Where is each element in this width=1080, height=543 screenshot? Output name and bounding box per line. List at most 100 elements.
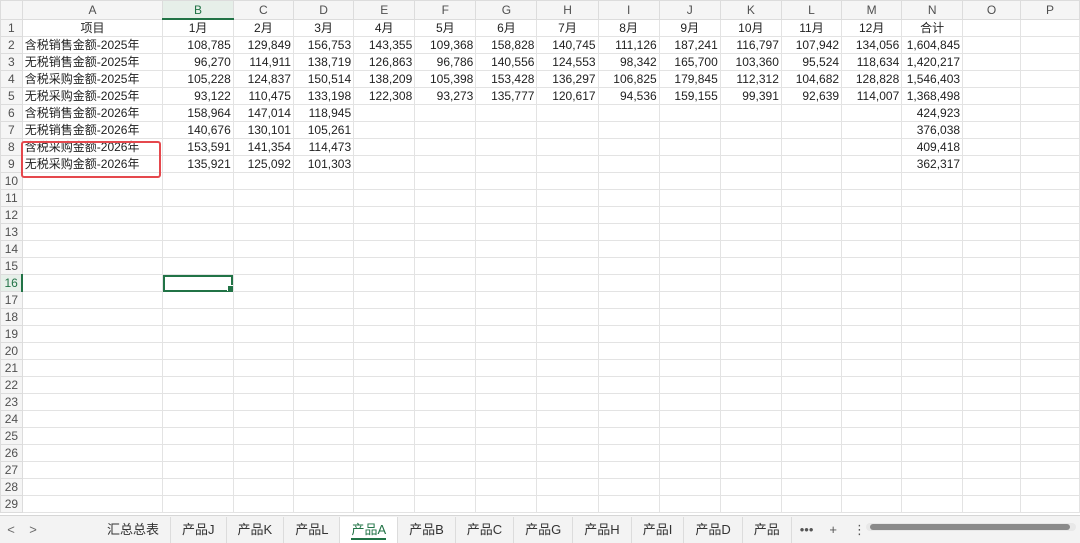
cell-l29[interactable] [780,495,843,513]
cell-c10[interactable] [232,172,294,190]
cell-p2[interactable] [1020,36,1080,54]
cell-g26[interactable] [475,444,538,462]
cell-m15[interactable] [841,257,903,275]
cell-o5[interactable] [962,87,1022,105]
cell-e22[interactable] [353,376,416,394]
cell-b17[interactable] [162,291,234,309]
cell-o13[interactable] [962,223,1022,241]
cell-k27[interactable] [719,461,782,479]
cell-a28[interactable] [21,478,164,496]
cell-j1[interactable]: 9月 [658,18,721,37]
cell-c17[interactable] [232,291,294,309]
cell-n10[interactable] [901,172,964,190]
cell-l25[interactable] [780,427,843,445]
cell-h7[interactable] [536,121,599,139]
column-header-b[interactable]: B [162,0,234,20]
row-header-22[interactable]: 22 [0,376,23,394]
cell-m2[interactable]: 134,056 [841,36,903,54]
cell-c18[interactable] [232,308,294,326]
cell-j8[interactable] [658,138,721,156]
cell-a12[interactable] [21,206,164,224]
cell-k22[interactable] [719,376,782,394]
horizontal-scrollbar[interactable] [866,523,1076,531]
cell-e6[interactable] [353,104,416,122]
cell-o20[interactable] [962,342,1022,360]
cell-e12[interactable] [353,206,416,224]
cell-a1[interactable]: 项目 [21,18,164,37]
row-header-26[interactable]: 26 [0,444,23,462]
cell-m13[interactable] [841,223,903,241]
column-header-a[interactable]: A [21,0,164,20]
cell-d23[interactable] [292,393,355,411]
cell-g4[interactable]: 153,428 [475,70,538,88]
cell-c20[interactable] [232,342,294,360]
cell-g3[interactable]: 140,556 [475,53,538,71]
cell-g19[interactable] [475,325,538,343]
cell-p18[interactable] [1020,308,1080,326]
cell-o12[interactable] [962,206,1022,224]
cell-j15[interactable] [658,257,721,275]
cell-c2[interactable]: 129,849 [232,36,294,54]
cell-e7[interactable] [353,121,416,139]
cell-p17[interactable] [1020,291,1080,309]
cell-g23[interactable] [475,393,538,411]
row-header-11[interactable]: 11 [0,189,23,207]
sheet-tab[interactable]: 产品H [573,516,632,543]
cell-o2[interactable] [962,36,1022,54]
cell-m29[interactable] [841,495,903,513]
cell-c22[interactable] [232,376,294,394]
cell-d13[interactable] [292,223,355,241]
cell-a27[interactable] [21,461,164,479]
cell-p27[interactable] [1020,461,1080,479]
cell-g14[interactable] [475,240,538,258]
cell-l26[interactable] [780,444,843,462]
cell-j20[interactable] [658,342,721,360]
cell-h26[interactable] [536,444,599,462]
cell-i7[interactable] [597,121,660,139]
cell-a23[interactable] [21,393,164,411]
cell-a6[interactable]: 含税销售金额-2026年 [21,104,164,122]
cell-p8[interactable] [1020,138,1080,156]
cell-h24[interactable] [536,410,599,428]
cell-h27[interactable] [536,461,599,479]
cell-n13[interactable] [901,223,964,241]
cell-d25[interactable] [292,427,355,445]
cell-m1[interactable]: 12月 [841,18,903,37]
cell-e9[interactable] [353,155,416,173]
cell-e20[interactable] [353,342,416,360]
cell-o10[interactable] [962,172,1022,190]
cell-j27[interactable] [658,461,721,479]
cell-m23[interactable] [841,393,903,411]
cell-b23[interactable] [162,393,234,411]
cell-e25[interactable] [353,427,416,445]
cell-f9[interactable] [414,155,477,173]
cell-n7[interactable]: 376,038 [901,121,964,139]
cell-k20[interactable] [719,342,782,360]
cell-k1[interactable]: 10月 [719,18,782,37]
cell-i1[interactable]: 8月 [597,18,660,37]
cell-e8[interactable] [353,138,416,156]
scrollbar-thumb[interactable] [870,524,1070,530]
cell-g6[interactable] [475,104,538,122]
cell-d22[interactable] [292,376,355,394]
cell-p14[interactable] [1020,240,1080,258]
cell-b1[interactable]: 1月 [162,18,234,37]
cell-b2[interactable]: 108,785 [162,36,234,54]
cell-i23[interactable] [597,393,660,411]
sheet-table[interactable]: ABCDEFGHIJKLMNOP 1 项目 1月 2月 3月 4月 5月 6月 7月 8月 9月 10… [0,0,1080,513]
cell-c26[interactable] [232,444,294,462]
cell-p12[interactable] [1020,206,1080,224]
cell-c28[interactable] [232,478,294,496]
cell-f8[interactable] [414,138,477,156]
prev-sheet-arrow-icon[interactable]: < [0,522,22,537]
cell-e2[interactable]: 143,355 [353,36,416,54]
cell-i9[interactable] [597,155,660,173]
cell-e16[interactable] [353,274,416,292]
cell-b24[interactable] [162,410,234,428]
cell-c12[interactable] [232,206,294,224]
cell-f17[interactable] [414,291,477,309]
cell-f10[interactable] [414,172,477,190]
cell-c5[interactable]: 110,475 [232,87,294,105]
cell-g10[interactable] [475,172,538,190]
cell-f28[interactable] [414,478,477,496]
